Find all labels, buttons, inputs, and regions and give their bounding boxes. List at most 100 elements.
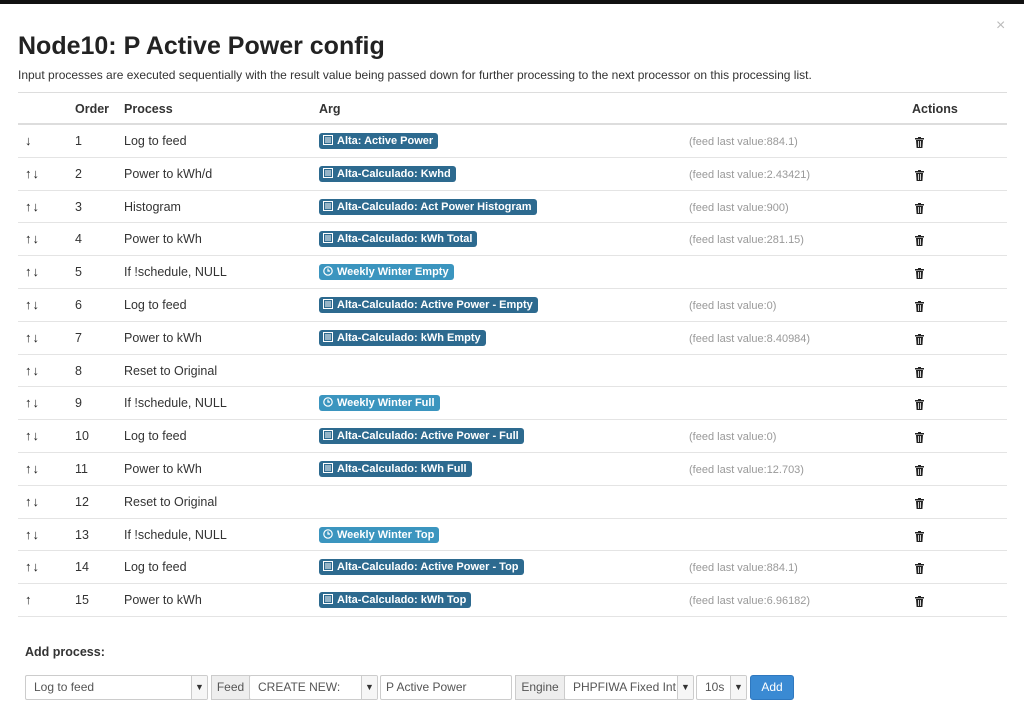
row-feed-value: (feed last value:2.43421) bbox=[689, 168, 811, 181]
row-feed-value: (feed last value:884.1) bbox=[689, 562, 798, 575]
list-alt-icon bbox=[323, 430, 337, 442]
row-feed-value: (feed last value:900) bbox=[689, 201, 789, 214]
row-arg-text: Alta-Calculado: kWh Empty bbox=[337, 331, 481, 344]
reorder-arrows-icon[interactable]: ↑↓ bbox=[25, 199, 40, 214]
reorder-arrows-icon[interactable]: ↑↓ bbox=[25, 494, 40, 509]
reorder-arrows-icon[interactable]: ↑↓ bbox=[25, 363, 40, 378]
feed-select[interactable]: CREATE NEW: ▼ bbox=[249, 675, 378, 700]
table-row: ↑↓ 11 Power to kWh Alta-Calculado: kWh Full… bbox=[18, 453, 1007, 486]
reorder-arrows-icon[interactable]: ↓ bbox=[25, 133, 33, 148]
row-arg-label: Alta-Calculado: kWh Full bbox=[319, 460, 472, 477]
row-arg-label: Alta-Calculado: kWh Total bbox=[319, 231, 478, 248]
feed-name-input[interactable]: P Active Power bbox=[380, 675, 512, 700]
interval-select-value: 10s bbox=[705, 680, 725, 694]
table-row: ↑↓ 2 Power to kWh/d Alta-Calculado: Kwhd (fe… bbox=[18, 158, 1007, 191]
row-arg-text: Alta-Calculado: kWh Total bbox=[337, 233, 473, 246]
feed-addon-label: Feed bbox=[211, 675, 250, 700]
trash-icon[interactable] bbox=[915, 266, 924, 280]
row-order: 8 bbox=[75, 363, 82, 378]
trash-icon[interactable] bbox=[915, 299, 924, 312]
process-select[interactable]: Log to feed ▼ bbox=[25, 675, 208, 700]
row-arg-text: Alta-Calculado: Active Power - Empty bbox=[337, 298, 533, 311]
chevron-down-icon: ▼ bbox=[730, 676, 746, 699]
trash-icon[interactable] bbox=[915, 201, 924, 214]
header-process: Process bbox=[124, 102, 173, 116]
trash-icon[interactable] bbox=[915, 135, 924, 148]
reorder-arrows-icon[interactable]: ↑↓ bbox=[25, 428, 40, 443]
row-feed-value: (feed last value:8.40984) bbox=[689, 332, 811, 345]
process-select-value: Log to feed bbox=[34, 680, 95, 694]
reorder-arrows-icon[interactable]: ↑↓ bbox=[25, 527, 40, 542]
trash-icon[interactable] bbox=[915, 365, 924, 378]
reorder-arrows-icon[interactable]: ↑↓ bbox=[25, 461, 40, 476]
row-feed-value: (feed last value:0) bbox=[689, 431, 777, 444]
row-process: Power to kWh bbox=[124, 461, 202, 476]
row-feed-value: (feed last value:6.96182) bbox=[689, 595, 811, 608]
row-process: Histogram bbox=[124, 199, 181, 214]
trash-icon[interactable] bbox=[915, 430, 924, 444]
table-row: ↓ 1 Log to feed Alta: Active Power (feed las… bbox=[18, 125, 1007, 158]
row-arg-label: Alta-Calculado: kWh Top bbox=[319, 592, 472, 609]
row-process: Log to feed bbox=[124, 560, 187, 575]
row-arg-label: Alta: Active Power bbox=[319, 133, 439, 149]
reorder-arrows-icon[interactable]: ↑↓ bbox=[25, 330, 40, 345]
row-feed-value: (feed last value:884.1) bbox=[689, 136, 798, 148]
row-order: 13 bbox=[75, 527, 89, 542]
list-alt-icon bbox=[323, 331, 337, 344]
list-alt-icon bbox=[323, 298, 337, 311]
trash-icon[interactable] bbox=[915, 496, 924, 509]
row-arg-label: Alta-Calculado: kWh Empty bbox=[319, 329, 486, 346]
list-alt-icon bbox=[323, 233, 337, 245]
trash-icon[interactable] bbox=[915, 594, 924, 608]
trash-icon[interactable] bbox=[915, 332, 924, 345]
clock-icon bbox=[323, 397, 337, 409]
row-arg-text: Alta-Calculado: Act Power Histogram bbox=[337, 200, 532, 213]
trash-icon[interactable] bbox=[915, 397, 924, 411]
reorder-arrows-icon[interactable]: ↑↓ bbox=[25, 559, 40, 574]
table-row: ↑↓ 5 If !schedule, NULL Weekly Winter Empty bbox=[18, 256, 1007, 289]
trash-icon[interactable] bbox=[915, 561, 924, 575]
row-process: Reset to Original bbox=[124, 363, 218, 378]
row-order: 5 bbox=[75, 265, 82, 280]
row-process: Log to feed bbox=[124, 134, 187, 148]
trash-icon[interactable] bbox=[915, 233, 924, 247]
trash-icon[interactable] bbox=[915, 168, 924, 181]
row-order: 9 bbox=[75, 396, 82, 411]
row-order: 12 bbox=[75, 494, 89, 509]
add-process-button[interactable]: Add bbox=[750, 675, 794, 700]
table-row: ↑↓ 7 Power to kWh Alta-Calculado: kWh Empty… bbox=[18, 322, 1007, 355]
row-process: Power to kWh bbox=[124, 232, 202, 247]
modal-description: Input processes are executed sequentiall… bbox=[18, 68, 812, 82]
row-process: If !schedule, NULL bbox=[124, 527, 227, 542]
row-order: 4 bbox=[75, 232, 82, 247]
row-order: 11 bbox=[75, 461, 88, 476]
table-row: ↑↓ 14 Log to feed Alta-Calculado: Active Po… bbox=[18, 551, 1007, 585]
list-alt-icon bbox=[323, 462, 337, 475]
row-order: 1 bbox=[75, 134, 82, 148]
close-icon[interactable]: × bbox=[996, 18, 1005, 34]
reorder-arrows-icon[interactable]: ↑ bbox=[25, 592, 33, 607]
modal-title-suffix: config bbox=[309, 32, 385, 60]
trash-icon[interactable] bbox=[915, 529, 924, 542]
row-process: If !schedule, NULL bbox=[124, 396, 227, 411]
trash-icon[interactable] bbox=[915, 463, 924, 476]
row-process: Log to feed bbox=[124, 429, 187, 444]
row-feed-value: (feed last value:281.15) bbox=[689, 234, 804, 247]
interval-select[interactable]: 10s ▼ bbox=[696, 675, 747, 700]
reorder-arrows-icon[interactable]: ↑↓ bbox=[25, 264, 40, 279]
reorder-arrows-icon[interactable]: ↑↓ bbox=[25, 395, 40, 410]
row-process: Reset to Original bbox=[124, 494, 218, 509]
engine-select[interactable]: PHPFIWA Fixed Int ▼ bbox=[564, 675, 694, 700]
feed-name-value: P Active Power bbox=[386, 680, 467, 694]
reorder-arrows-icon[interactable]: ↑↓ bbox=[25, 231, 40, 246]
chevron-down-icon: ▼ bbox=[191, 676, 207, 699]
table-row: ↑↓ 9 If !schedule, NULL Weekly Winter Full bbox=[18, 387, 1007, 421]
row-arg-label: Weekly Winter Full bbox=[319, 395, 440, 412]
reorder-arrows-icon[interactable]: ↑↓ bbox=[25, 166, 40, 181]
chevron-down-icon: ▼ bbox=[677, 676, 693, 699]
reorder-arrows-icon[interactable]: ↑↓ bbox=[25, 297, 40, 312]
row-order: 14 bbox=[75, 560, 89, 575]
list-alt-icon bbox=[323, 594, 337, 606]
list-alt-icon bbox=[323, 200, 337, 213]
feed-select-value: CREATE NEW: bbox=[258, 680, 341, 694]
